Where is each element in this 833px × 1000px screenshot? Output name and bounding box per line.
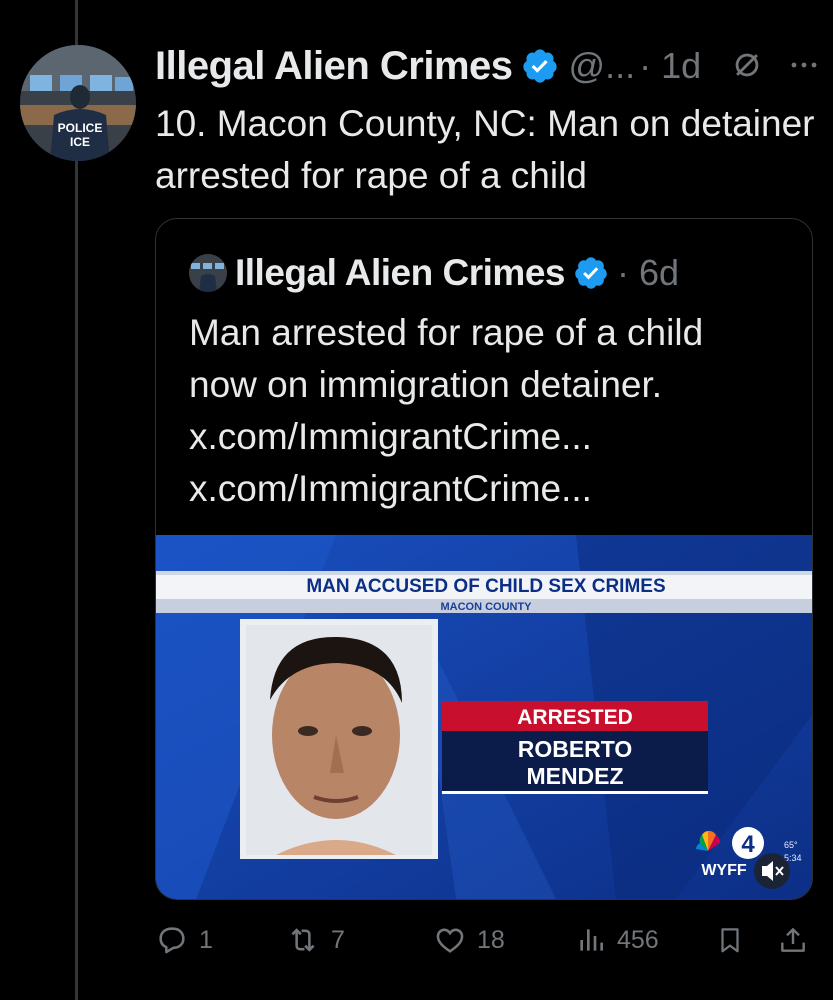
share-button[interactable] (777, 918, 809, 962)
quoted-text-line: now on immigration detainer. (189, 364, 663, 405)
author-name[interactable]: Illegal Alien Crimes (155, 44, 513, 89)
quoted-author-avatar (189, 254, 227, 292)
person-last-name: MENDEZ (526, 763, 623, 789)
quoted-post-text: Man arrested for rape of a child now on … (189, 307, 799, 515)
views-count: 456 (617, 925, 659, 954)
like-button[interactable]: 18 (433, 918, 505, 962)
grok-icon[interactable] (730, 48, 764, 82)
header-actions (730, 48, 822, 82)
reply-count: 1 (199, 925, 213, 954)
news-broadcast-image: MAN ACCUSED OF CHILD SEX CRIMES MACON CO… (156, 535, 812, 899)
avatar-text-ice: ICE (70, 135, 90, 149)
temperature: 65° (784, 840, 798, 850)
avatar-image: POLICE ICE (20, 45, 136, 161)
bookmark-icon (721, 928, 739, 953)
news-video-thumbnail[interactable]: MAN ACCUSED OF CHILD SEX CRIMES MACON CO… (156, 535, 812, 899)
author-handle[interactable]: @... (569, 45, 636, 87)
arrested-label: ARRESTED (517, 706, 633, 729)
share-icon (781, 928, 805, 952)
post-time[interactable]: · 1d (639, 45, 701, 87)
mute-icon[interactable] (754, 853, 790, 889)
repost-button[interactable]: 7 (285, 918, 345, 962)
like-count: 18 (477, 925, 505, 954)
quoted-post-header: Illegal Alien Crimes · 6d (189, 251, 679, 295)
post-header: Illegal Alien Crimes @... · 1d (155, 38, 701, 94)
verified-badge-icon (575, 257, 607, 289)
news-subheadline: MACON COUNTY (440, 601, 532, 613)
reply-button[interactable]: 1 (155, 918, 213, 962)
post-action-bar: 1 7 18 456 (155, 918, 815, 962)
quoted-text-line: Man arrested for rape of a child (189, 312, 704, 353)
views-icon (580, 929, 603, 951)
channel-number: 4 (741, 831, 755, 858)
post-text: 10. Macon County, NC: Man on detainer ar… (155, 103, 815, 196)
like-icon (436, 928, 464, 953)
repost-icon (291, 928, 315, 952)
quoted-avatar-image (189, 254, 227, 292)
news-headline: MAN ACCUSED OF CHILD SEX CRIMES (306, 576, 665, 597)
reply-icon (159, 927, 185, 954)
verified-badge-icon (522, 49, 557, 83)
bookmark-button[interactable] (715, 918, 745, 962)
repost-count: 7 (331, 925, 345, 954)
author-avatar[interactable]: POLICE ICE (20, 45, 136, 161)
quoted-post[interactable]: Illegal Alien Crimes · 6d Man arrested f… (155, 218, 813, 900)
quoted-post-time: · 6d (616, 252, 680, 293)
quoted-link[interactable]: x.com/ImmigrantCrime... (189, 463, 799, 515)
station-name: WYFF (701, 862, 747, 879)
views-button[interactable]: 456 (575, 918, 659, 962)
more-icon[interactable] (786, 55, 822, 75)
avatar-text-police: POLICE (58, 121, 103, 135)
person-first-name: ROBERTO (518, 736, 633, 762)
quoted-author-name: Illegal Alien Crimes (235, 252, 565, 293)
quoted-link[interactable]: x.com/ImmigrantCrime... (189, 411, 799, 463)
